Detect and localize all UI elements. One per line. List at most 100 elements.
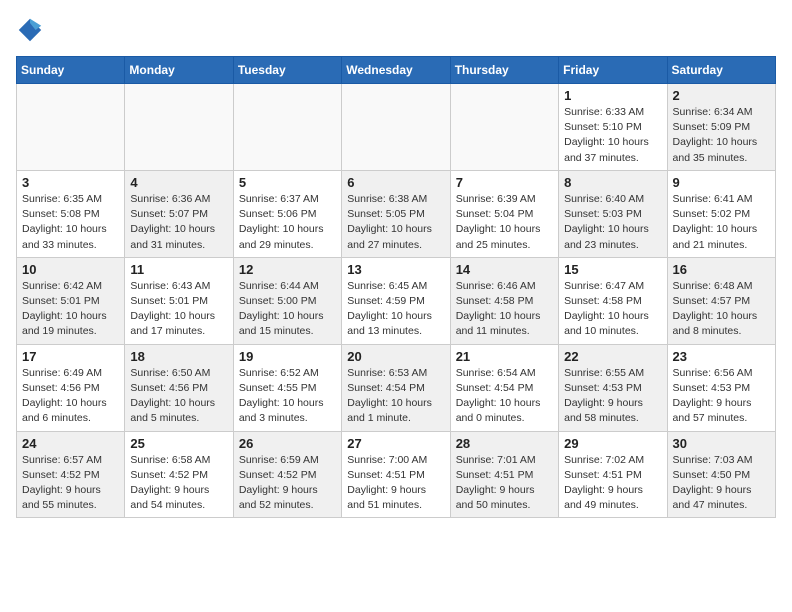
header-day: Friday [559,57,667,84]
day-number: 22 [564,349,661,364]
day-number: 2 [673,88,770,103]
calendar-cell: 13 Sunrise: 6:45 AM Sunset: 4:59 PM Dayli… [342,257,450,344]
day-number: 4 [130,175,227,190]
calendar-table: SundayMondayTuesdayWednesdayThursdayFrid… [16,56,776,518]
day-info: Sunrise: 6:33 AM Sunset: 5:10 PM Dayligh… [564,105,661,166]
calendar-cell: 16Sunrise: 6:48 AM Sunset: 4:57 PM Dayli… [667,257,775,344]
day-info: Sunrise: 6:45 AM Sunset: 4:59 PM Dayligh… [347,279,444,340]
calendar-cell: 24 Sunrise: 6:57 AM Sunset: 4:52 PM Dayli… [17,431,125,518]
calendar-body: 1Sunrise: 6:33 AM Sunset: 5:10 PM Daylig… [17,84,776,518]
day-number: 14 [456,262,553,277]
calendar-week-row: 1Sunrise: 6:33 AM Sunset: 5:10 PM Daylig… [17,84,776,171]
logo [16,16,48,44]
day-info: Sunrise: 6:36 AM Sunset: 5:07 PM Dayligh… [130,192,227,253]
calendar-cell: 10 Sunrise: 6:42 AM Sunset: 5:01 PM Dayli… [17,257,125,344]
day-number: 18 [130,349,227,364]
calendar-cell: 9Sunrise: 6:41 AM Sunset: 5:02 PM Daylig… [667,170,775,257]
day-info: Sunrise: 6:39 AM Sunset: 5:04 PM Dayligh… [456,192,553,253]
calendar-cell: 26 Sunrise: 6:59 AM Sunset: 4:52 PM Dayli… [233,431,341,518]
calendar-week-row: 3 Sunrise: 6:35 AM Sunset: 5:08 PM Daylig… [17,170,776,257]
day-number: 15 [564,262,661,277]
day-number: 8 [564,175,661,190]
calendar-cell: 12 Sunrise: 6:44 AM Sunset: 5:00 PM Dayli… [233,257,341,344]
day-number: 7 [456,175,553,190]
day-number: 19 [239,349,336,364]
day-number: 10 [22,262,119,277]
calendar-cell: 29Sunrise: 7:02 AM Sunset: 4:51 PM Dayli… [559,431,667,518]
calendar-cell: 25 Sunrise: 6:58 AM Sunset: 4:52 PM Dayli… [125,431,233,518]
calendar-cell [233,84,341,171]
calendar-week-row: 17 Sunrise: 6:49 AM Sunset: 4:56 PM Dayli… [17,344,776,431]
day-info: Sunrise: 7:00 AM Sunset: 4:51 PM Dayligh… [347,453,444,514]
day-number: 26 [239,436,336,451]
calendar-header: SundayMondayTuesdayWednesdayThursdayFrid… [17,57,776,84]
calendar-cell: 27 Sunrise: 7:00 AM Sunset: 4:51 PM Dayli… [342,431,450,518]
day-number: 24 [22,436,119,451]
day-info: Sunrise: 6:50 AM Sunset: 4:56 PM Dayligh… [130,366,227,427]
day-info: Sunrise: 6:53 AM Sunset: 4:54 PM Dayligh… [347,366,444,427]
calendar-cell: 18 Sunrise: 6:50 AM Sunset: 4:56 PM Dayli… [125,344,233,431]
day-number: 28 [456,436,553,451]
header-day: Tuesday [233,57,341,84]
header-day: Wednesday [342,57,450,84]
calendar-cell: 15 Sunrise: 6:47 AM Sunset: 4:58 PM Dayli… [559,257,667,344]
day-info: Sunrise: 7:01 AM Sunset: 4:51 PM Dayligh… [456,453,553,514]
calendar-cell: 2 Sunrise: 6:34 AM Sunset: 5:09 PM Daylig… [667,84,775,171]
header-day: Thursday [450,57,558,84]
day-info: Sunrise: 6:44 AM Sunset: 5:00 PM Dayligh… [239,279,336,340]
day-info: Sunrise: 6:47 AM Sunset: 4:58 PM Dayligh… [564,279,661,340]
calendar-cell: 1Sunrise: 6:33 AM Sunset: 5:10 PM Daylig… [559,84,667,171]
day-info: Sunrise: 6:57 AM Sunset: 4:52 PM Dayligh… [22,453,119,514]
day-number: 17 [22,349,119,364]
day-info: Sunrise: 6:41 AM Sunset: 5:02 PM Dayligh… [673,192,770,253]
calendar-week-row: 10 Sunrise: 6:42 AM Sunset: 5:01 PM Dayli… [17,257,776,344]
calendar-cell: 5 Sunrise: 6:37 AM Sunset: 5:06 PM Daylig… [233,170,341,257]
calendar-cell: 6 Sunrise: 6:38 AM Sunset: 5:05 PM Daylig… [342,170,450,257]
header-day: Monday [125,57,233,84]
day-number: 11 [130,262,227,277]
calendar-cell: 3 Sunrise: 6:35 AM Sunset: 5:08 PM Daylig… [17,170,125,257]
day-info: Sunrise: 6:49 AM Sunset: 4:56 PM Dayligh… [22,366,119,427]
day-info: Sunrise: 6:54 AM Sunset: 4:54 PM Dayligh… [456,366,553,427]
day-info: Sunrise: 6:59 AM Sunset: 4:52 PM Dayligh… [239,453,336,514]
calendar-cell [17,84,125,171]
header-row: SundayMondayTuesdayWednesdayThursdayFrid… [17,57,776,84]
day-number: 21 [456,349,553,364]
day-info: Sunrise: 6:48 AM Sunset: 4:57 PM Dayligh… [673,279,770,340]
day-info: Sunrise: 6:42 AM Sunset: 5:01 PM Dayligh… [22,279,119,340]
day-number: 6 [347,175,444,190]
calendar-cell: 28 Sunrise: 7:01 AM Sunset: 4:51 PM Dayli… [450,431,558,518]
day-number: 30 [673,436,770,451]
day-info: Sunrise: 6:37 AM Sunset: 5:06 PM Dayligh… [239,192,336,253]
day-info: Sunrise: 6:34 AM Sunset: 5:09 PM Dayligh… [673,105,770,166]
day-info: Sunrise: 6:43 AM Sunset: 5:01 PM Dayligh… [130,279,227,340]
day-number: 12 [239,262,336,277]
day-number: 23 [673,349,770,364]
day-info: Sunrise: 6:38 AM Sunset: 5:05 PM Dayligh… [347,192,444,253]
calendar-cell [450,84,558,171]
day-info: Sunrise: 6:46 AM Sunset: 4:58 PM Dayligh… [456,279,553,340]
day-info: Sunrise: 6:35 AM Sunset: 5:08 PM Dayligh… [22,192,119,253]
header-day: Sunday [17,57,125,84]
day-number: 5 [239,175,336,190]
calendar-week-row: 24 Sunrise: 6:57 AM Sunset: 4:52 PM Dayli… [17,431,776,518]
calendar-cell: 17 Sunrise: 6:49 AM Sunset: 4:56 PM Dayli… [17,344,125,431]
logo-icon [16,16,44,44]
calendar-cell: 4 Sunrise: 6:36 AM Sunset: 5:07 PM Daylig… [125,170,233,257]
day-info: Sunrise: 6:52 AM Sunset: 4:55 PM Dayligh… [239,366,336,427]
calendar-cell: 30 Sunrise: 7:03 AM Sunset: 4:50 PM Dayli… [667,431,775,518]
calendar-cell: 8 Sunrise: 6:40 AM Sunset: 5:03 PM Daylig… [559,170,667,257]
day-number: 3 [22,175,119,190]
calendar-cell: 14 Sunrise: 6:46 AM Sunset: 4:58 PM Dayli… [450,257,558,344]
day-info: Sunrise: 6:56 AM Sunset: 4:53 PM Dayligh… [673,366,770,427]
day-info: Sunrise: 6:58 AM Sunset: 4:52 PM Dayligh… [130,453,227,514]
day-info: Sunrise: 6:55 AM Sunset: 4:53 PM Dayligh… [564,366,661,427]
page-header [16,16,776,44]
day-info: Sunrise: 7:03 AM Sunset: 4:50 PM Dayligh… [673,453,770,514]
day-info: Sunrise: 6:40 AM Sunset: 5:03 PM Dayligh… [564,192,661,253]
day-number: 27 [347,436,444,451]
calendar-cell: 7 Sunrise: 6:39 AM Sunset: 5:04 PM Daylig… [450,170,558,257]
day-number: 25 [130,436,227,451]
day-number: 13 [347,262,444,277]
calendar-cell: 19 Sunrise: 6:52 AM Sunset: 4:55 PM Dayli… [233,344,341,431]
